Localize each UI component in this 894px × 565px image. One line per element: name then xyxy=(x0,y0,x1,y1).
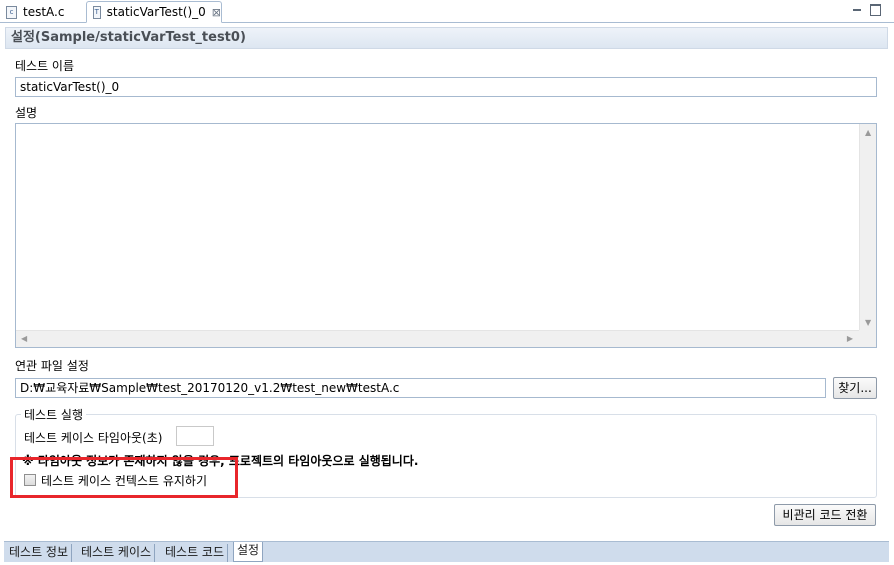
editor-tab-bar: c testA.c T staticVarTest()_0 ⊠ xyxy=(0,0,894,23)
timeout-label: 테스트 케이스 타임아웃(초) xyxy=(24,431,163,445)
convert-unmanaged-code-button[interactable]: 비관리 코드 전환 xyxy=(774,504,876,526)
test-file-icon: T xyxy=(93,5,101,19)
horizontal-scrollbar[interactable]: ◀ ▶ xyxy=(16,330,859,347)
editor-tab-label: testA.c xyxy=(23,5,65,19)
tab-test-code[interactable]: 테스트 코드 xyxy=(162,544,229,562)
related-file-path-input[interactable]: D:₩교육자료₩Sample₩test_20170120_v1.2₩test_n… xyxy=(15,378,826,398)
browse-button[interactable]: 찾기... xyxy=(833,377,877,399)
tab-test-info[interactable]: 테스트 정보 xyxy=(6,544,73,562)
highlight-box xyxy=(10,457,238,498)
related-file-label: 연관 파일 설정 xyxy=(15,359,89,373)
scroll-left-icon[interactable]: ◀ xyxy=(21,335,27,343)
c-file-icon: c xyxy=(6,5,17,19)
minimize-icon[interactable] xyxy=(851,3,863,15)
test-name-label: 테스트 이름 xyxy=(15,59,75,73)
description-textarea[interactable]: ▲ ▼ ◀ ▶ xyxy=(15,123,877,348)
page-title: 설정(Sample/staticVarTest_test0) xyxy=(5,27,888,49)
tab-settings[interactable]: 설정 xyxy=(233,542,264,562)
editor-tab-testa-c[interactable]: c testA.c xyxy=(0,1,84,23)
timeout-input[interactable] xyxy=(176,426,214,446)
test-name-input[interactable]: staticVarTest()_0 xyxy=(15,77,877,97)
editor-tab-static-var-test[interactable]: T staticVarTest()_0 ⊠ xyxy=(86,1,222,23)
scroll-up-icon[interactable]: ▲ xyxy=(865,129,871,137)
scroll-down-icon[interactable]: ▼ xyxy=(865,319,871,327)
scroll-right-icon[interactable]: ▶ xyxy=(847,335,853,343)
vertical-scrollbar[interactable]: ▲ ▼ xyxy=(859,124,876,331)
tab-test-cases[interactable]: 테스트 케이스 xyxy=(78,544,156,562)
bottom-tab-bar: 테스트 정보 테스트 케이스 테스트 코드 설정 xyxy=(4,541,889,562)
test-execution-group-title: 테스트 실행 xyxy=(21,406,87,423)
editor-tab-label: staticVarTest()_0 xyxy=(106,5,206,19)
scrollbar-corner xyxy=(859,330,876,347)
description-label: 설명 xyxy=(15,106,38,120)
close-tab-icon[interactable]: ⊠ xyxy=(212,6,221,19)
maximize-icon[interactable] xyxy=(869,3,881,16)
